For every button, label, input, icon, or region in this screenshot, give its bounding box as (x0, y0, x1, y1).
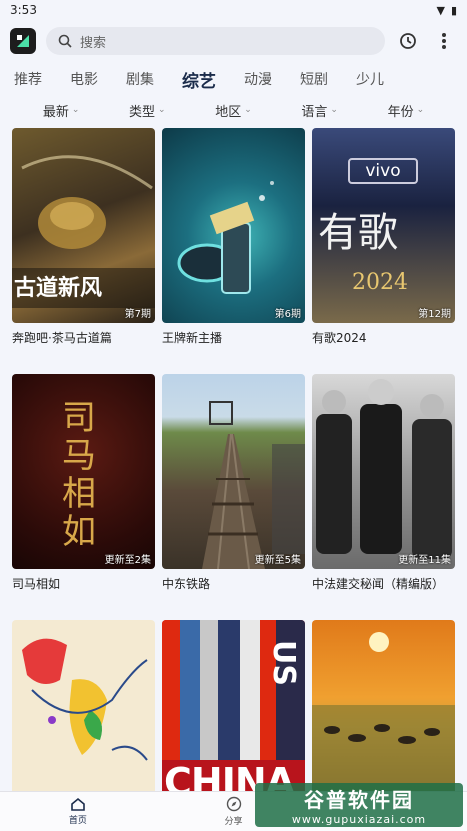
history-button[interactable] (395, 28, 421, 54)
episode-badge: 第6期 (274, 309, 301, 320)
poster-year-text: 2024 (352, 270, 408, 295)
nav-home[interactable]: 首页 (0, 797, 156, 826)
show-title: 中法建交秘闻（精编版） (312, 577, 445, 591)
battery-icon: ▮ (450, 3, 457, 17)
show-title: 王牌新主播 (162, 331, 223, 345)
filter-label: 年份 (387, 104, 414, 120)
filter-label: 地区 (215, 104, 242, 120)
show-title: 司马相如 (12, 577, 61, 591)
filter-label: 类型 (129, 104, 156, 120)
filter-year[interactable]: 年份 ⌄ (388, 101, 425, 120)
poster-art-reel (177, 181, 274, 294)
chevron-down-icon: ⌄ (71, 105, 80, 115)
filter-type[interactable]: 类型 ⌄ (129, 101, 166, 120)
compass-icon (226, 796, 241, 812)
home-icon (71, 797, 85, 811)
tab-recommend[interactable]: 推荐 (14, 69, 42, 89)
episode-badge: 更新至2集 (104, 555, 151, 566)
episode-badge: 更新至11集 (398, 555, 451, 566)
more-vertical-icon (442, 33, 446, 49)
show-title: 中东铁路 (162, 577, 211, 591)
show-poster[interactable]: 第6期 (162, 128, 305, 323)
tab-series[interactable]: 剧集 (126, 69, 154, 89)
chevron-down-icon: ⌄ (158, 105, 166, 115)
filter-language[interactable]: 语言 ⌄ (301, 101, 338, 120)
show-poster[interactable]: 更新至11集 (312, 374, 455, 569)
watermark-url-text: www.gupuxiazai.com (291, 813, 427, 826)
show-card[interactable]: vivo 有歌 2024 第12期 有歌2024 (312, 128, 455, 374)
content-grid: 古道新风 第7期 奔跑吧·茶马古道篇 第6期 王牌新主播 vivo 有歌 202… (0, 124, 467, 831)
history-icon (400, 33, 416, 49)
nav-share-label: 分享 (224, 817, 243, 827)
poster-art-map (22, 638, 148, 761)
show-card[interactable]: 古道新风 第7期 奔跑吧·茶马古道篇 (12, 128, 155, 374)
chevron-down-icon: ⌄ (244, 105, 252, 115)
filter-label: 最新 (42, 104, 69, 120)
poster-brand-text: vivo (348, 158, 418, 184)
logo-icon (17, 35, 29, 47)
tab-movie[interactable]: 电影 (70, 69, 98, 89)
show-title: 有歌2024 (312, 331, 367, 345)
show-title: 奔跑吧·茶马古道篇 (12, 331, 112, 345)
status-icons: ▼ ▮ (436, 4, 457, 17)
poster-title-text-us: US (266, 640, 301, 686)
search-placeholder: 搜索 (80, 35, 107, 51)
top-bar: 搜索 (0, 20, 467, 62)
poster-title-text: 有歌 (318, 210, 398, 256)
poster-title-text: 古道新风 (14, 275, 103, 301)
filter-region[interactable]: 地区 ⌄ (215, 101, 252, 120)
show-poster[interactable]: 司马相如 更新至2集 (12, 374, 155, 569)
nav-home-label: 首页 (68, 816, 87, 826)
wifi-icon: ▼ (436, 3, 445, 17)
show-card[interactable]: 更新至5集 中东铁路 (162, 374, 305, 620)
app-logo[interactable] (10, 28, 36, 54)
search-icon (58, 34, 72, 48)
status-time: 3:53 (10, 3, 37, 17)
episode-badge: 更新至5集 (254, 555, 301, 566)
chevron-down-icon: ⌄ (416, 105, 425, 115)
episode-badge: 第7期 (124, 309, 151, 320)
chevron-down-icon: ⌄ (330, 105, 338, 115)
search-bar[interactable]: 搜索 (46, 27, 385, 55)
show-card[interactable]: 更新至11集 中法建交秘闻（精编版） (312, 374, 455, 620)
show-poster[interactable]: 更新至5集 (162, 374, 305, 569)
tab-variety[interactable]: 综艺 (182, 67, 216, 92)
status-bar: 3:53 ▼ ▮ (0, 0, 467, 20)
filter-bar: 最新 ⌄ 类型 ⌄ 地区 ⌄ 语言 ⌄ 年份 ⌄ (0, 96, 467, 124)
tab-anime[interactable]: 动漫 (244, 69, 272, 89)
show-poster[interactable]: 古道新风 第7期 (12, 128, 155, 323)
show-poster[interactable] (12, 620, 155, 815)
watermark-main-text: 谷普软件园 (304, 788, 414, 812)
tab-kids[interactable]: 少儿 (356, 69, 384, 89)
poster-art-bridge (202, 401, 305, 569)
show-poster[interactable]: vivo 有歌 2024 第12期 (312, 128, 455, 323)
poster-title-text: 司马相如 (62, 398, 96, 552)
poster-art-people (316, 379, 452, 559)
filter-latest[interactable]: 最新 ⌄ (43, 101, 80, 120)
show-card[interactable]: 司马相如 更新至2集 司马相如 (12, 374, 155, 620)
tab-short-drama[interactable]: 短剧 (300, 69, 328, 89)
filter-label: 语言 (301, 104, 328, 120)
more-button[interactable] (431, 28, 457, 54)
watermark-badge: 谷普软件园 www.gupuxiazai.com (255, 783, 463, 827)
show-card[interactable]: 第6期 王牌新主播 (162, 128, 305, 374)
episode-badge: 第12期 (418, 309, 451, 320)
category-tabs: 推荐 电影 剧集 综艺 动漫 短剧 少儿 (0, 62, 467, 96)
